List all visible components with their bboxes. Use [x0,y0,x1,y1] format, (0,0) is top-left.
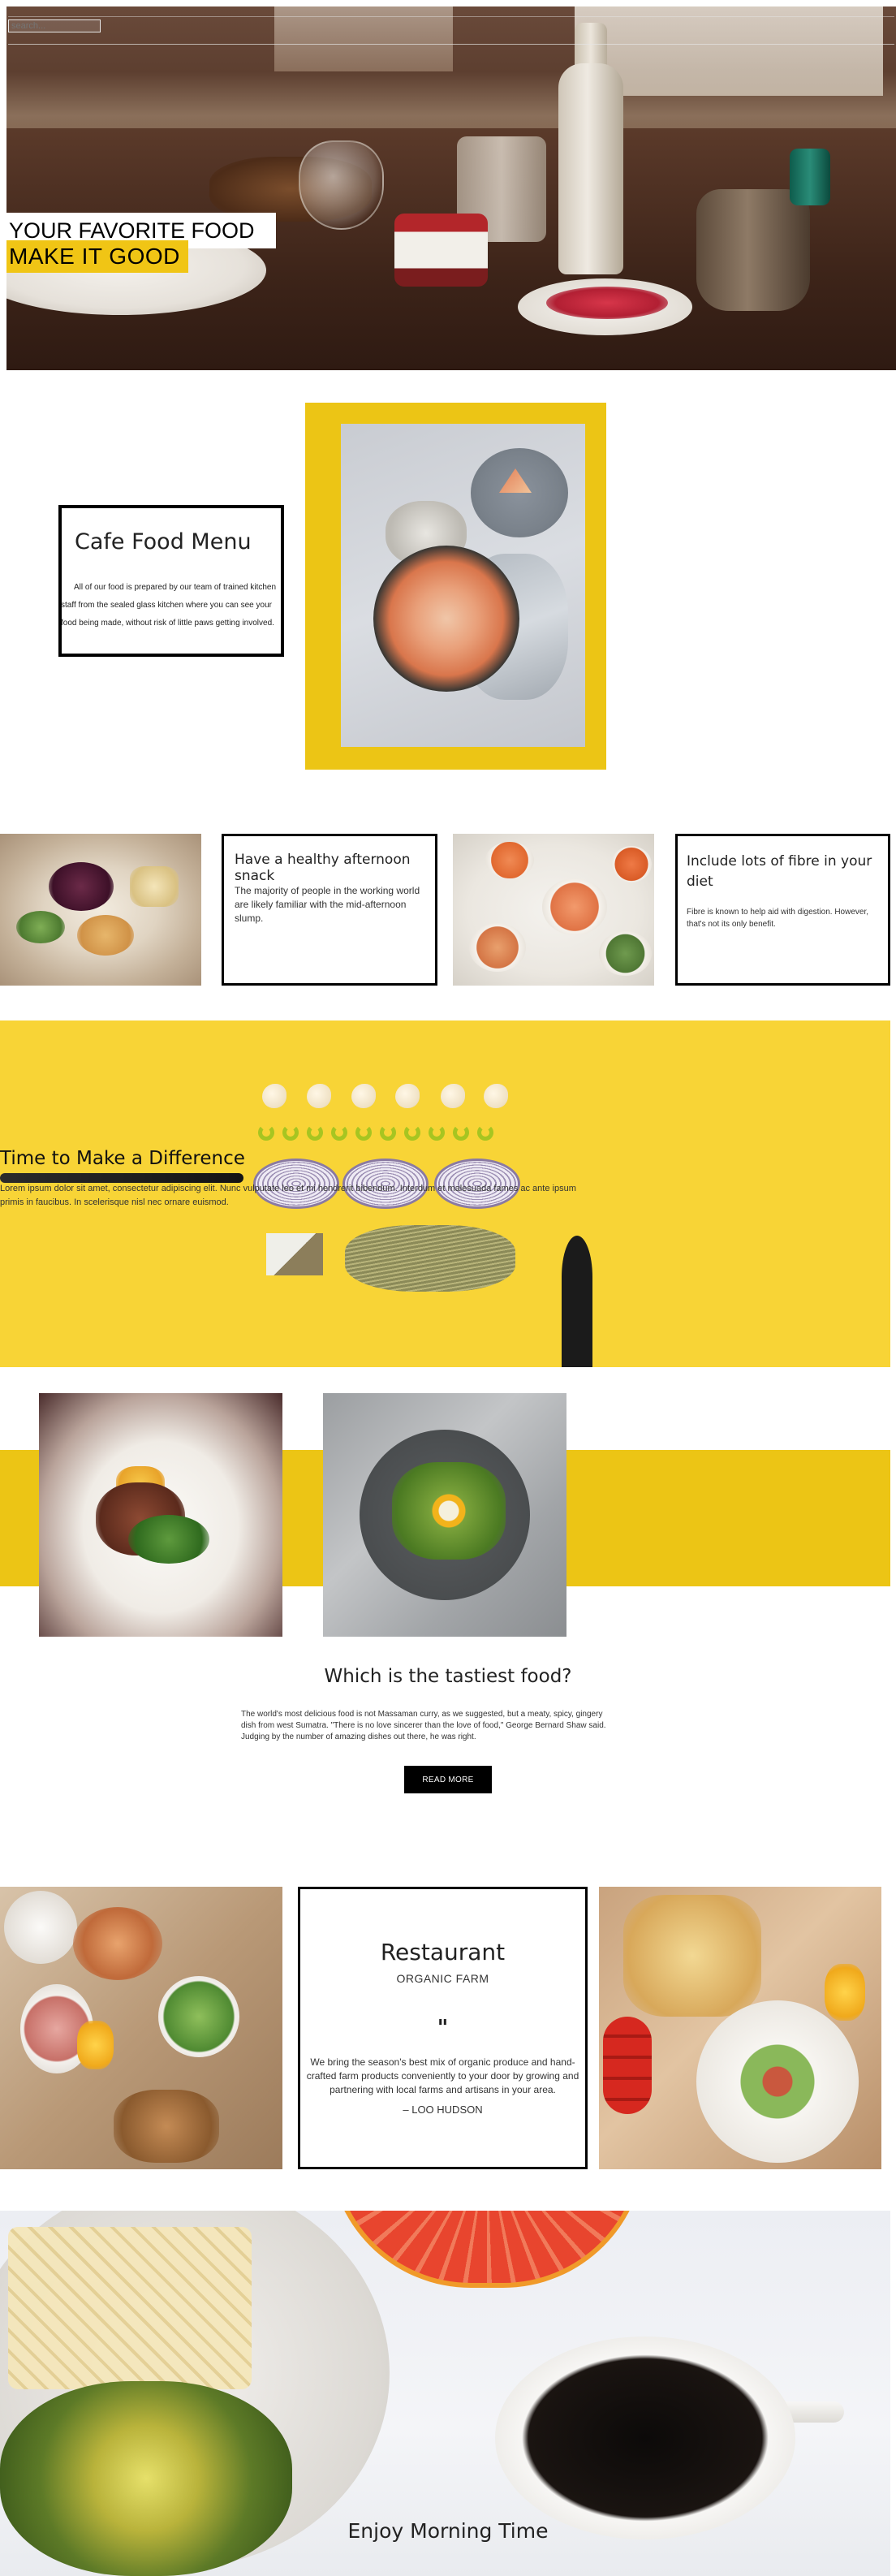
image-hummus [77,915,134,956]
difference-title: Time to Make a Difference [0,1148,245,1169]
read-more-button[interactable]: READ MORE [404,1766,492,1793]
image-chili [282,1124,299,1141]
image-garlic [484,1084,508,1108]
platter-image [0,834,201,986]
fibre-card: Include lots of fibre in your diet Fibre… [675,834,890,986]
image-dish [611,846,652,882]
hero-title-line2: MAKE IT GOOD [6,240,188,273]
hero-photo-jam-jar [394,214,488,287]
image-chili [429,1124,445,1141]
image-chili [453,1124,469,1141]
image-chili [331,1124,347,1141]
image-chili [307,1124,323,1141]
hero-photo-bottle [558,63,623,274]
restaurant-text: We bring the season's best mix of organi… [306,2056,579,2095]
hero-photo-wine-glass [299,140,384,230]
image-dish [542,878,607,935]
hero-banner [6,6,896,370]
image-dish [469,923,526,972]
image-coffee-cup [495,2337,795,2539]
brunch-image [599,1887,881,2169]
header-divider [8,44,894,45]
image-plate [4,1891,77,1964]
tastiest-title: Which is the tastiest food? [324,1666,572,1687]
image-garlic [262,1084,286,1108]
image-waffle [8,2227,252,2389]
hero-photo-pot [696,189,810,311]
header-divider [8,16,894,17]
image-dish [599,931,652,976]
morning-title: Enjoy Morning Time [347,2519,549,2543]
image-spice-bag [266,1233,323,1275]
image-vegetables [128,1515,209,1564]
hero-photo-berries [546,287,668,319]
quote-author: – LOO HUDSON [403,2104,483,2116]
image-dish [485,842,534,878]
cafe-menu-text: All of our food is prepared by our team … [61,583,277,628]
restaurant-title: Restaurant [380,1939,506,1965]
tastiest-text: The world's most delicious food is not M… [241,1710,606,1741]
image-garlic [441,1084,465,1108]
cafe-menu-image [341,424,585,747]
image-greens [16,911,65,943]
image-juice [77,2021,114,2069]
image-chili [404,1124,420,1141]
image-cheese-board [623,1895,761,2017]
card-text: The majority of people in the working wo… [235,885,420,924]
meal-image [39,1393,282,1637]
quote-mark: " [437,2016,449,2040]
image-cheese [130,866,179,907]
image-juice [825,1964,865,2021]
card-text: Fibre is known to help aid with digestio… [687,908,869,929]
search-input[interactable] [8,19,101,32]
image-dish [73,1907,162,1980]
card-title: Include lots of fibre in your diet [687,853,872,890]
image-grapes [49,862,114,911]
dishes-image [453,834,654,986]
card-title: Have a healthy afternoon snack [235,852,411,884]
difference-text: Lorem ipsum dolor sit amet, consectetur … [0,1184,576,1207]
snack-card: Have a healthy afternoon snack The major… [222,834,437,986]
image-garlic [307,1084,331,1108]
image-chili [477,1124,493,1141]
hero-photo-pot-lid [790,149,830,205]
restaurant-subtitle: ORGANIC FARM [396,1972,489,1985]
image-chili [258,1124,274,1141]
image-avocado-toast [392,1462,506,1560]
spread-image [0,1887,282,2169]
image-bread [114,2090,219,2163]
image-scrambled-eggs [0,2381,292,2576]
image-pasta [345,1225,515,1292]
cafe-menu-title: Cafe Food Menu [75,529,252,554]
image-plate [471,448,568,537]
image-garlic [395,1084,420,1108]
image-grapefruit [329,2211,645,2288]
image-salad [158,1976,239,2057]
image-garlic [351,1084,376,1108]
image-chili [355,1124,372,1141]
difference-banner: Time to Make a Difference Lorem ipsum do… [0,1020,890,1367]
image-chili [380,1124,396,1141]
image-plate [696,2000,859,2163]
image-knife [562,1236,592,1367]
avocado-toast-image [323,1393,566,1637]
image-tart [373,546,519,692]
image-tomatoes [603,2017,652,2114]
